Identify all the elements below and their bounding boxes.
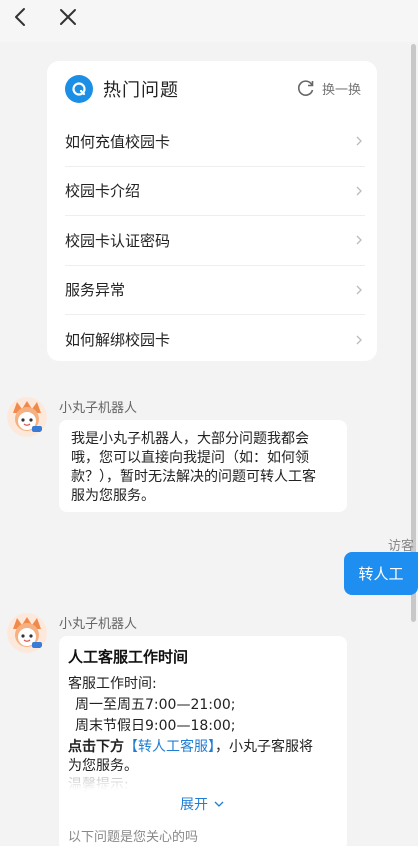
- service-hours-title: 人工客服工作时间: [68, 648, 189, 666]
- close-button[interactable]: [48, 0, 88, 34]
- hot-question-item[interactable]: 如何充值校园卡: [65, 117, 365, 167]
- hot-questions-title: 热门问题: [103, 80, 179, 101]
- back-button[interactable]: [0, 0, 40, 34]
- top-navigation-bar: [0, 0, 418, 42]
- content-fade: [59, 772, 347, 790]
- expand-label: 展开: [180, 797, 208, 813]
- hot-questions-card: 热门问题 换一换 如何充值校园卡 校园卡介绍 校园卡认证密码 服务异常 如何解绑…: [47, 61, 377, 361]
- hours-label: 客服工作时间:: [68, 676, 157, 692]
- hot-questions-icon: [65, 75, 93, 103]
- bot-message-line: 哦，您可以直接向我提问（如：如何领: [71, 450, 309, 466]
- hot-question-label: 服务异常: [65, 281, 126, 300]
- bot-message-line: 服为您服务。: [71, 488, 155, 504]
- instruction-prefix: 点击下方: [68, 739, 124, 755]
- chevron-right-icon: [353, 185, 365, 197]
- hot-question-item[interactable]: 校园卡介绍: [65, 167, 365, 216]
- bot-message-bubble: 我是小丸子机器人，大部分问题我都会 哦，您可以直接向我提问（如：如何领 款？），…: [59, 420, 347, 512]
- weekday-hours: 周一至周五7:00—21:00;: [75, 697, 236, 713]
- related-questions-label: 以下问题是您关心的吗: [68, 830, 199, 845]
- chevron-down-icon: [214, 801, 224, 807]
- bot-message-line: 款？），暂时无法解决的问题可转人工客: [71, 469, 316, 485]
- expand-button[interactable]: 展开: [180, 794, 226, 814]
- chevron-right-icon: [353, 234, 365, 246]
- refresh-label: 换一换: [321, 82, 361, 98]
- weekend-hours: 周末节假日9:00—18:00;: [75, 718, 236, 734]
- user-message-text: 转人工: [358, 565, 404, 583]
- bot-name: 小丸子机器人: [59, 617, 138, 632]
- refresh-icon: [297, 80, 314, 96]
- chevron-left-icon: [15, 8, 25, 26]
- hot-question-label: 如何解绑校园卡: [65, 331, 171, 350]
- chevron-right-icon: [353, 135, 365, 147]
- instruction-line: 点击下方【转人工客服】，小丸子客服将: [68, 736, 313, 756]
- close-icon: [60, 9, 76, 25]
- hot-questions-header: 热门问题 换一换: [47, 61, 377, 117]
- service-hours-card: 人工客服工作时间 客服工作时间: 周一至周五7:00—21:00; 周末节假日9…: [59, 636, 347, 846]
- bot-message-line: 我是小丸子机器人，大部分问题我都会: [71, 431, 309, 447]
- bot-name: 小丸子机器人: [59, 401, 138, 416]
- hot-question-item[interactable]: 校园卡认证密码: [65, 216, 365, 266]
- hot-question-label: 校园卡介绍: [65, 182, 141, 201]
- instruction-suffix: ，小丸子客服将: [215, 739, 313, 755]
- user-message-bubble: 转人工: [344, 552, 418, 595]
- hot-question-item[interactable]: 如何解绑校园卡: [65, 315, 365, 365]
- bot-avatar: [7, 613, 47, 653]
- hot-question-label: 校园卡认证密码: [65, 231, 171, 250]
- refresh-button[interactable]: 换一换: [296, 78, 361, 98]
- hot-question-label: 如何充值校园卡: [65, 132, 171, 151]
- hot-question-item[interactable]: 服务异常: [65, 266, 365, 315]
- transfer-to-agent-link[interactable]: 【转人工客服】: [124, 739, 215, 755]
- hot-questions-list: 如何充值校园卡 校园卡介绍 校园卡认证密码 服务异常 如何解绑校园卡: [65, 117, 365, 365]
- bot-avatar: [7, 397, 47, 437]
- chevron-right-icon: [353, 284, 365, 296]
- bot-avatar-icon: [7, 397, 47, 437]
- chevron-right-icon: [353, 334, 365, 346]
- bot-avatar-icon: [7, 613, 47, 653]
